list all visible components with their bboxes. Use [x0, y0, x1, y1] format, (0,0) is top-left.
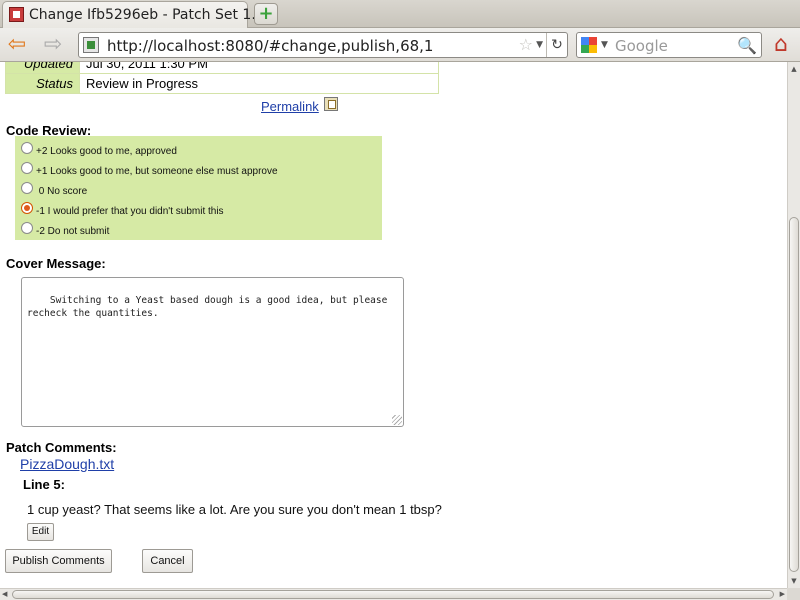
info-row-status: Status Review in Progress — [5, 73, 439, 94]
info-value: Jul 30, 2011 1:30 PM — [79, 62, 439, 74]
radio-button[interactable] — [21, 182, 33, 194]
review-option-label: -2 Do not submit — [36, 226, 110, 237]
change-info-table: Updated Jul 30, 2011 1:30 PM Status Revi… — [5, 62, 439, 94]
url-text[interactable]: http://localhost:8080/#change,publish,68… — [107, 37, 433, 55]
gerrit-favicon-icon — [9, 7, 24, 22]
edit-comment-button[interactable]: Edit — [27, 523, 54, 541]
comment-text: 1 cup yeast? That seems like a lot. Are … — [27, 502, 442, 517]
browser-tab[interactable]: Change Ifb5296eb - Patch Set 1... — [2, 1, 265, 28]
navigation-toolbar: ⇦ ⇨ http://localhost:8080/#change,publis… — [0, 28, 800, 62]
search-engine-dropdown-icon[interactable]: ▼ — [601, 40, 608, 50]
scroll-right-arrow-icon[interactable]: ▶ — [780, 589, 785, 600]
home-icon[interactable]: ⌂ — [768, 32, 794, 58]
tab-strip: Change Ifb5296eb - Patch Set 1... + — [0, 0, 800, 28]
review-option-label: 0 No score — [36, 186, 88, 197]
bookmark-star-icon[interactable]: ☆ — [519, 35, 533, 54]
cover-message-text: Switching to a Yeast based dough is a go… — [27, 295, 388, 319]
review-option-label: +2 Looks good to me, approved — [36, 146, 177, 157]
patch-comments-title: Patch Comments: — [6, 440, 117, 455]
publish-comments-button[interactable]: Publish Comments — [5, 549, 112, 573]
file-link[interactable]: PizzaDough.txt — [20, 456, 114, 472]
reload-icon[interactable]: ↻ — [546, 33, 567, 57]
horizontal-scrollbar[interactable]: ◀ ▶ — [0, 588, 787, 600]
info-value: Review in Progress — [79, 73, 439, 94]
url-bar[interactable]: http://localhost:8080/#change,publish,68… — [78, 32, 568, 58]
code-review-options: +2 Looks good to me, approved +1 Looks g… — [15, 136, 382, 240]
review-option-label: -1 I would prefer that you didn't submit… — [36, 206, 224, 217]
info-label: Status — [5, 73, 80, 94]
scroll-down-arrow-icon[interactable]: ▼ — [788, 574, 800, 588]
info-row-updated: Updated Jul 30, 2011 1:30 PM — [5, 62, 439, 74]
page-content: Updated Jul 30, 2011 1:30 PM Status Revi… — [0, 62, 787, 588]
site-favicon-icon — [83, 37, 99, 53]
cancel-button[interactable]: Cancel — [142, 549, 193, 573]
vertical-scrollbar[interactable]: ▲ ▼ — [787, 62, 800, 588]
google-search-engine-icon[interactable] — [581, 37, 597, 53]
permalink-link[interactable]: Permalink — [261, 99, 319, 114]
scroll-left-arrow-icon[interactable]: ◀ — [2, 589, 7, 600]
info-label: Updated — [5, 62, 80, 74]
search-input[interactable]: Google — [615, 37, 668, 55]
radio-button[interactable] — [21, 222, 33, 234]
horizontal-scrollbar-thumb[interactable] — [12, 590, 774, 599]
cover-message-title: Cover Message: — [6, 256, 106, 271]
magnifier-search-icon[interactable]: 🔍 — [737, 36, 757, 55]
radio-button[interactable] — [21, 142, 33, 154]
new-tab-button[interactable]: + — [254, 3, 278, 25]
back-arrow-icon[interactable]: ⇦ — [4, 32, 30, 58]
scrollbar-corner — [787, 588, 800, 600]
radio-button-selected[interactable] — [21, 202, 33, 214]
cover-message-textarea[interactable]: Switching to a Yeast based dough is a go… — [21, 277, 404, 427]
forward-arrow-icon[interactable]: ⇨ — [40, 32, 66, 58]
scroll-up-arrow-icon[interactable]: ▲ — [788, 62, 800, 76]
comment-line-label: Line 5: — [23, 477, 65, 492]
search-bar[interactable]: ▼ Google 🔍 — [576, 32, 762, 58]
resize-grip-icon[interactable] — [392, 415, 402, 425]
url-history-dropdown-icon[interactable]: ▼ — [536, 40, 543, 50]
radio-button[interactable] — [21, 162, 33, 174]
tab-title: Change Ifb5296eb - Patch Set 1... — [29, 7, 265, 23]
vertical-scrollbar-thumb[interactable] — [789, 217, 799, 572]
review-option-label: +1 Looks good to me, but someone else mu… — [36, 166, 278, 177]
copy-clipboard-icon[interactable] — [324, 97, 338, 111]
